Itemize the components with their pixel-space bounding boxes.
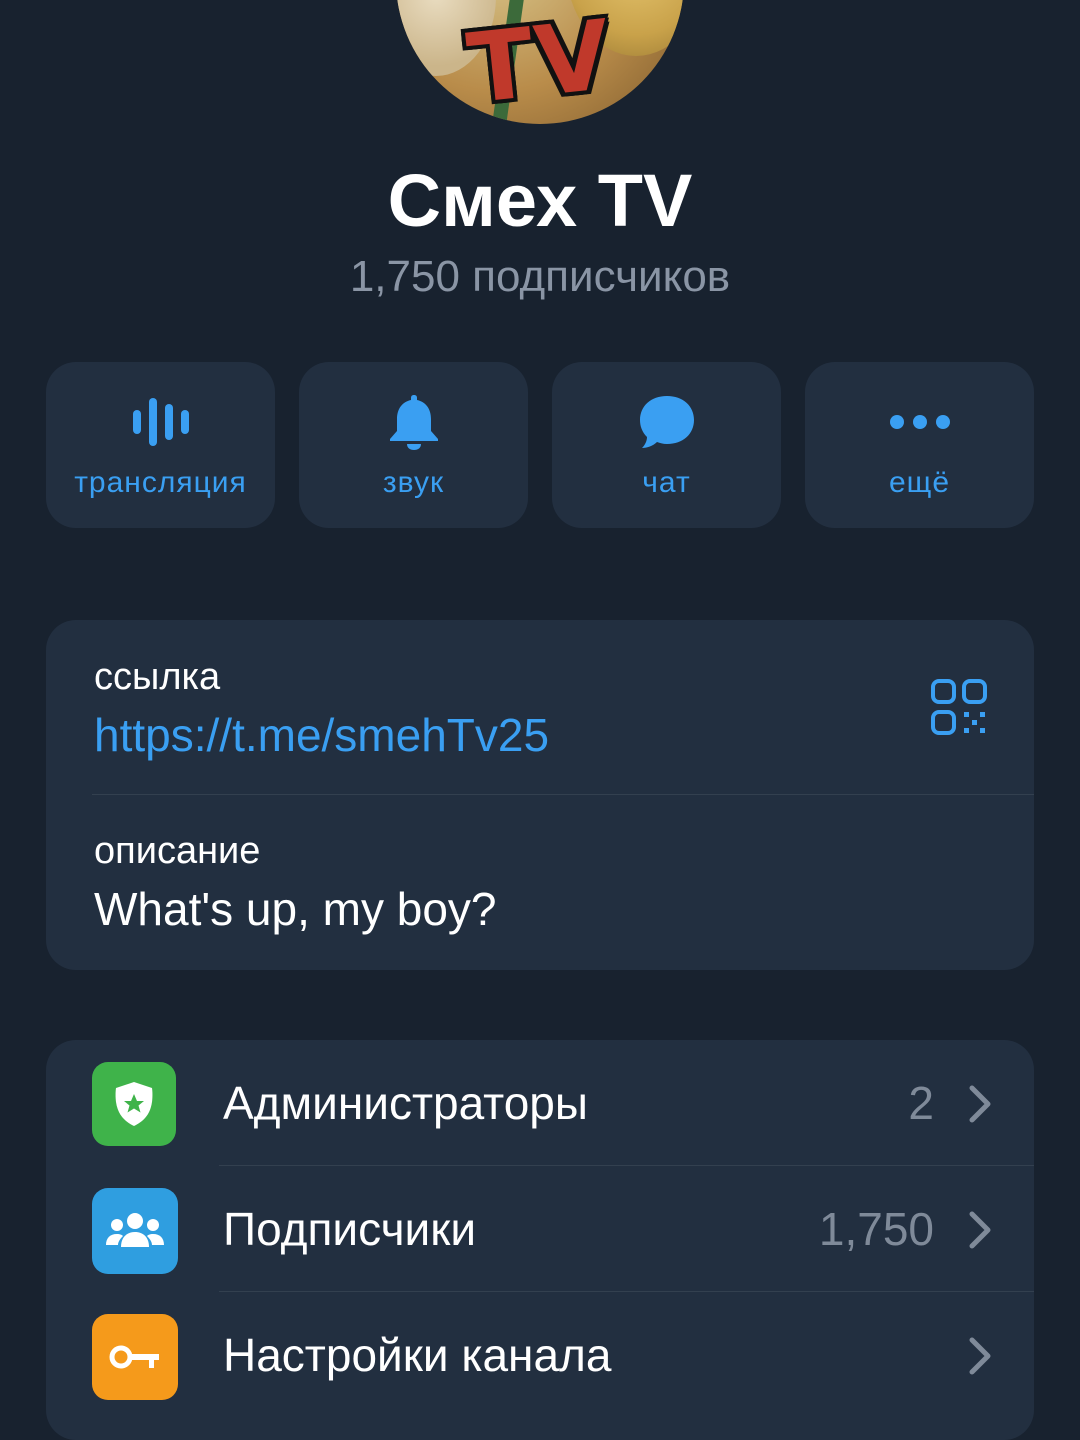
chat-button[interactable]: чат (552, 362, 781, 528)
admins-label: Администраторы (223, 1077, 588, 1129)
description-label: описание (94, 830, 261, 872)
chevron-right-icon (969, 1085, 991, 1123)
action-bar: трансляция звук чат ещё (46, 362, 1034, 528)
more-dots-icon (805, 392, 1034, 452)
chevron-right-icon (969, 1337, 991, 1375)
subscribers-count: 1,750 (818, 1203, 934, 1255)
more-label: ещё (888, 466, 951, 499)
broadcast-icon (46, 392, 275, 452)
admins-count: 2 (908, 1077, 934, 1129)
broadcast-button[interactable]: трансляция (46, 362, 275, 528)
channel-settings-row[interactable]: Настройки канала (46, 1292, 1034, 1418)
people-group-icon (92, 1188, 178, 1274)
more-button[interactable]: ещё (805, 362, 1034, 528)
sound-button[interactable]: звук (299, 362, 528, 528)
qr-code-icon[interactable] (930, 678, 988, 736)
admin-shield-icon (92, 1062, 176, 1146)
settings-card: Администраторы 2 Подписчики 1,750 Настро… (46, 1040, 1034, 1440)
channel-link[interactable]: https://t.me/smehTv25 (94, 708, 549, 762)
info-divider (92, 794, 1034, 795)
channel-settings-label: Настройки канала (223, 1329, 612, 1381)
channel-title: Смех TV (387, 159, 693, 242)
description-text: What's up, my boy? (94, 883, 497, 935)
broadcast-label: трансляция (74, 466, 247, 499)
avatar-logo-text: TV (462, 0, 618, 124)
key-icon (92, 1314, 178, 1400)
info-card: ссылка https://t.me/smehTv25 описание Wh… (46, 620, 1034, 970)
chat-bubble-icon (552, 392, 781, 452)
chevron-right-icon (969, 1211, 991, 1249)
subscriber-count: 1,750 подписчиков (349, 252, 731, 301)
subscribers-row[interactable]: Подписчики 1,750 (46, 1166, 1034, 1292)
channel-avatar[interactable]: TV (396, 0, 684, 124)
chat-label: чат (642, 466, 691, 499)
sound-label: звук (382, 466, 445, 499)
admins-row[interactable]: Администраторы 2 (46, 1040, 1034, 1166)
bell-icon (299, 392, 528, 452)
subscribers-label: Подписчики (223, 1203, 477, 1255)
link-label: ссылка (94, 656, 221, 698)
